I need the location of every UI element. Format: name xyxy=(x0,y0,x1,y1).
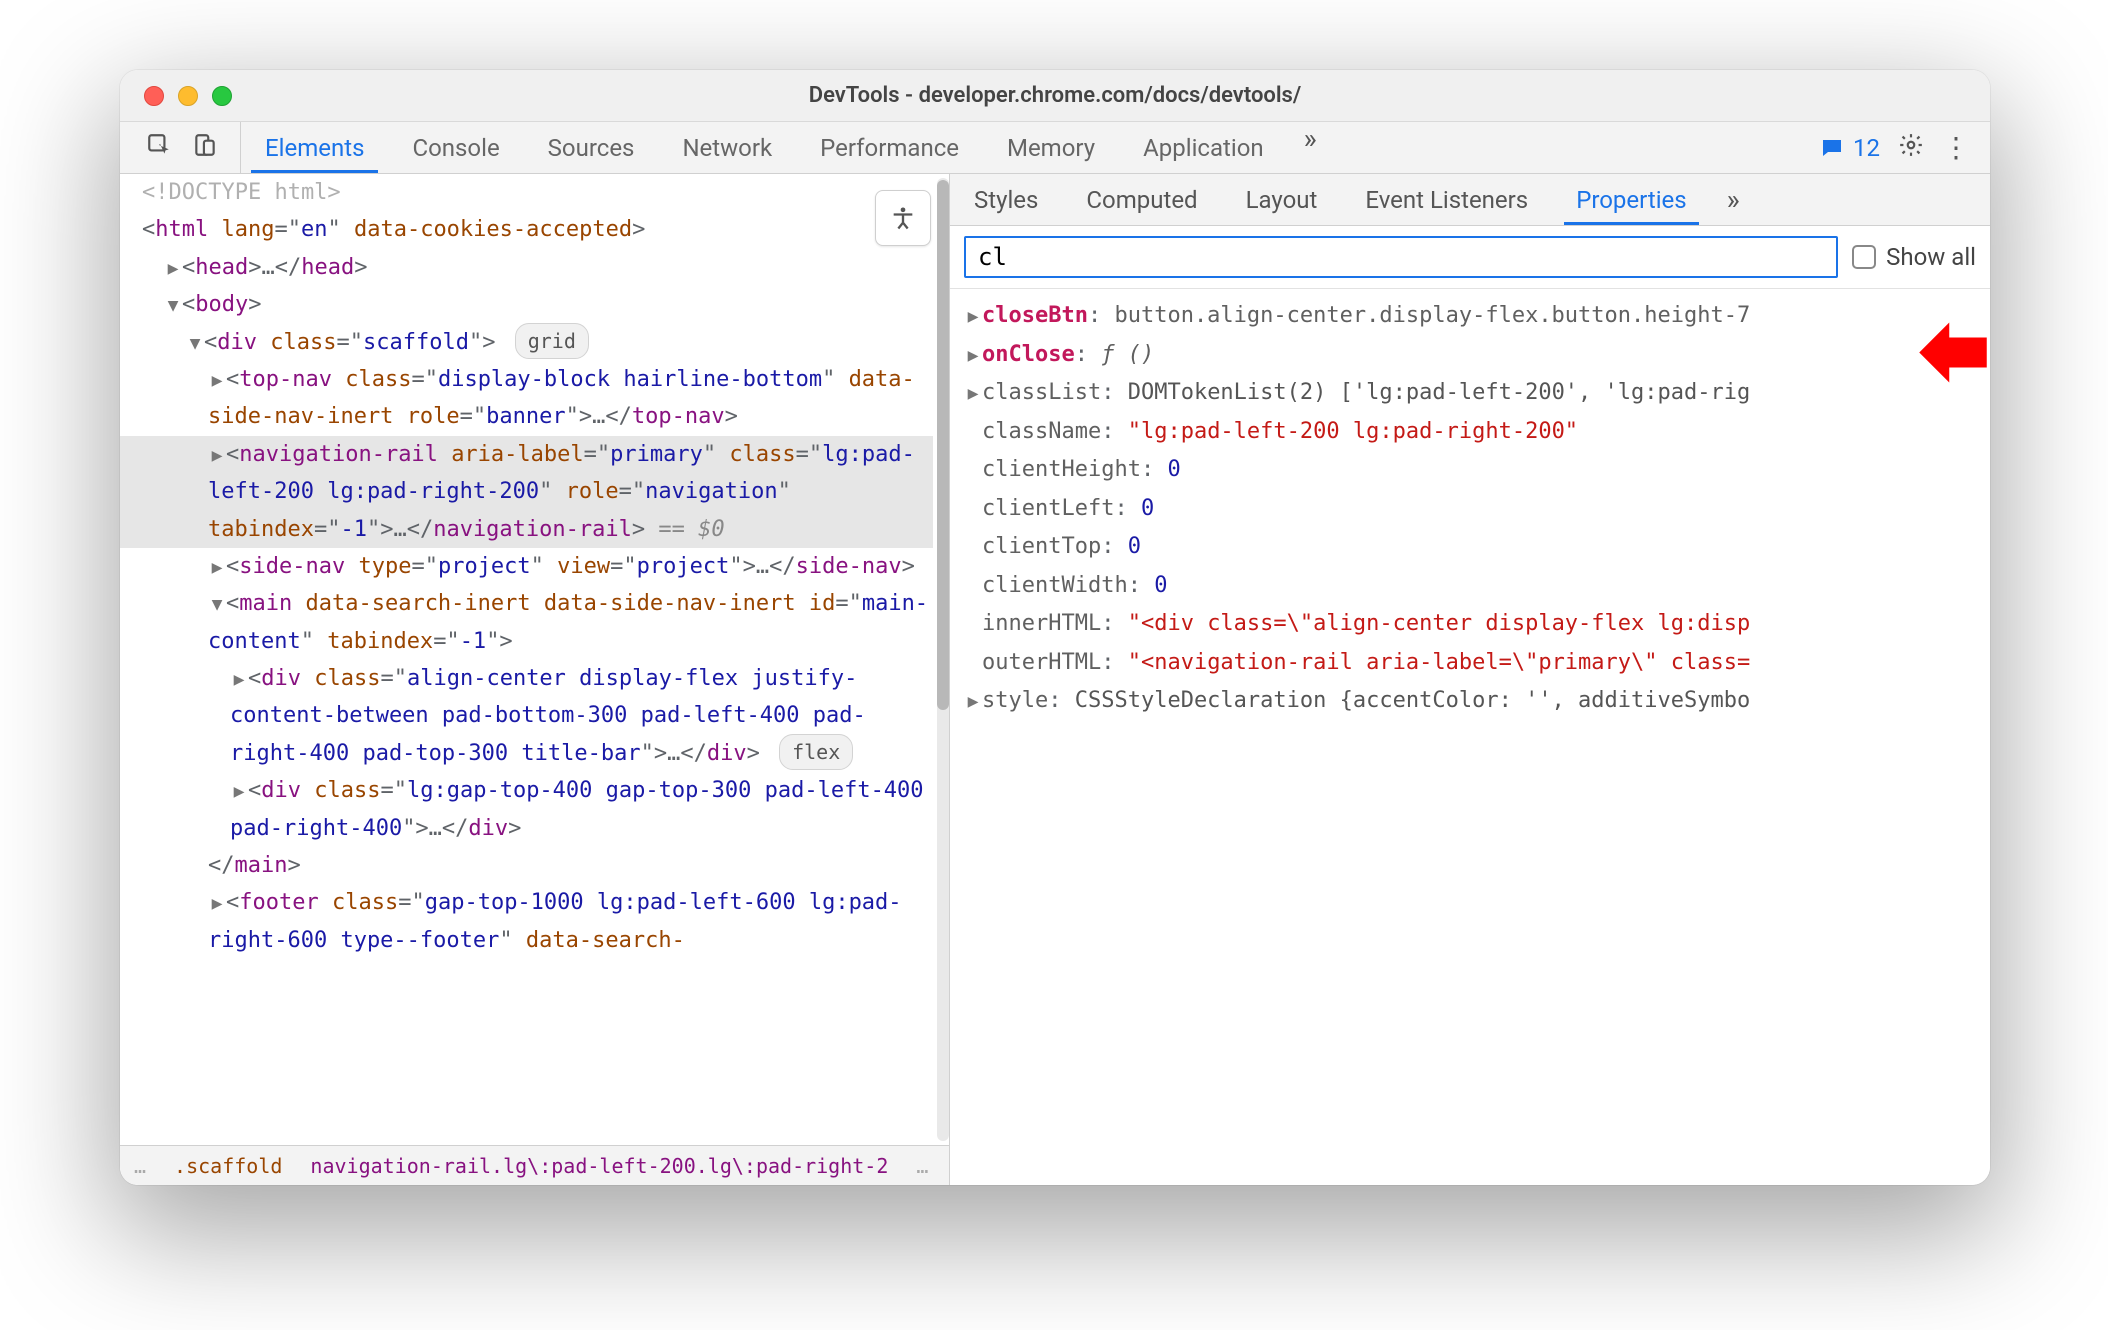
breadcrumb-item-active[interactable]: navigation-rail.lg\:pad-left-200.lg\:pad… xyxy=(296,1154,902,1178)
property-row[interactable]: clientWidth: 0 xyxy=(958,567,1990,606)
dom-tree[interactable]: <!DOCTYPE html> <html lang="en" data-coo… xyxy=(120,174,949,1145)
properties-filter-row: Show all xyxy=(950,226,1990,289)
window-title: DevTools - developer.chrome.com/docs/dev… xyxy=(120,83,1990,108)
devtools-window: DevTools - developer.chrome.com/docs/dev… xyxy=(120,70,1990,1185)
split-panes: <!DOCTYPE html> <html lang="en" data-coo… xyxy=(120,174,1990,1185)
property-row[interactable]: ▶onClose: ƒ () xyxy=(958,336,1990,375)
inspect-icon[interactable] xyxy=(146,132,172,164)
tab-network[interactable]: Network xyxy=(658,122,796,173)
tab-performance[interactable]: Performance xyxy=(796,122,983,173)
properties-list: ▶closeBtn: button.align-center.display-f… xyxy=(950,289,1990,1185)
annotation-arrow-icon xyxy=(1908,315,1990,395)
main-tabs: Elements Console Sources Network Perform… xyxy=(241,122,1333,173)
dom-line[interactable]: ▶<footer class="gap-top-1000 lg:pad-left… xyxy=(120,884,933,959)
show-all-label: Show all xyxy=(1886,243,1976,271)
sidebar-pane: Styles Computed Layout Event Listeners P… xyxy=(950,174,1990,1185)
sidebar-tab-computed[interactable]: Computed xyxy=(1062,174,1221,225)
dom-line[interactable]: ▼<body> xyxy=(120,286,933,323)
breadcrumb-item[interactable]: .scaffold xyxy=(160,1154,296,1178)
chat-icon xyxy=(1819,136,1845,160)
dom-line[interactable]: </main> xyxy=(120,847,933,884)
property-row[interactable]: clientLeft: 0 xyxy=(958,490,1990,529)
breadcrumb: … .scaffold navigation-rail.lg\:pad-left… xyxy=(120,1145,949,1185)
sidebar-tab-layout[interactable]: Layout xyxy=(1222,174,1342,225)
dom-line[interactable]: ▶<head>…</head> xyxy=(120,249,933,286)
property-row[interactable]: outerHTML: "<navigation-rail aria-label=… xyxy=(958,644,1990,683)
sidebar-tab-styles[interactable]: Styles xyxy=(950,174,1062,225)
tabs-overflow-button[interactable]: » xyxy=(1288,122,1333,173)
gear-icon[interactable] xyxy=(1898,132,1924,164)
property-row[interactable]: clientTop: 0 xyxy=(958,528,1990,567)
dom-line[interactable]: ▶<div class="lg:gap-top-400 gap-top-300 … xyxy=(120,772,933,847)
selection-match: == $0 xyxy=(645,517,724,542)
property-row[interactable]: className: "lg:pad-left-200 lg:pad-right… xyxy=(958,413,1990,452)
sidebar-tabs: Styles Computed Layout Event Listeners P… xyxy=(950,174,1990,226)
dom-line[interactable]: ▼<main data-search-inert data-side-nav-i… xyxy=(120,585,933,660)
kebab-icon[interactable]: ⋮ xyxy=(1942,131,1970,164)
properties-filter-input[interactable] xyxy=(964,236,1838,278)
show-all-toggle[interactable]: Show all xyxy=(1852,243,1976,271)
dom-line[interactable]: ▶<side-nav type="project" view="project"… xyxy=(120,548,933,585)
property-row[interactable]: clientHeight: 0 xyxy=(958,451,1990,490)
property-row[interactable]: ▶style: CSSStyleDeclaration {accentColor… xyxy=(958,682,1990,721)
breadcrumb-ellipsis[interactable]: … xyxy=(120,1154,160,1178)
device-toggle-icon[interactable] xyxy=(192,132,218,164)
tab-memory[interactable]: Memory xyxy=(983,122,1119,173)
property-row[interactable]: ▶closeBtn: button.align-center.display-f… xyxy=(958,297,1990,336)
sidebar-tabs-overflow[interactable]: » xyxy=(1711,183,1756,216)
layout-badge[interactable]: flex xyxy=(779,734,853,770)
sidebar-tab-properties[interactable]: Properties xyxy=(1552,174,1710,225)
dom-line[interactable]: ▶<top-nav class="display-block hairline-… xyxy=(120,361,933,436)
dom-line[interactable]: ▼<div class="scaffold"> grid xyxy=(120,324,933,361)
tab-elements[interactable]: Elements xyxy=(241,122,388,173)
main-toolbar: Elements Console Sources Network Perform… xyxy=(120,122,1990,174)
tab-sources[interactable]: Sources xyxy=(524,122,659,173)
property-row[interactable]: ▶classList: DOMTokenList(2) ['lg:pad-lef… xyxy=(958,374,1990,413)
breadcrumb-ellipsis[interactable]: … xyxy=(902,1154,942,1178)
dom-line[interactable]: <html lang="en" data-cookies-accepted> xyxy=(120,211,933,248)
layout-badge[interactable]: grid xyxy=(515,323,589,359)
dom-line-selected[interactable]: ⋯ ▶<navigation-rail aria-label="primary"… xyxy=(120,436,933,548)
tab-application[interactable]: Application xyxy=(1119,122,1288,173)
titlebar: DevTools - developer.chrome.com/docs/dev… xyxy=(120,70,1990,122)
property-row[interactable]: innerHTML: "<div class=\"align-center di… xyxy=(958,605,1990,644)
sidebar-tab-event-listeners[interactable]: Event Listeners xyxy=(1341,174,1552,225)
tab-console[interactable]: Console xyxy=(388,122,523,173)
toolbar-left-icons xyxy=(120,122,241,173)
issues-button[interactable]: 12 xyxy=(1819,134,1880,162)
toolbar-right: 12 ⋮ xyxy=(1819,131,1990,164)
dom-line[interactable]: <!DOCTYPE html> xyxy=(120,174,933,211)
dom-scrollbar[interactable] xyxy=(937,178,949,1141)
accessibility-button[interactable] xyxy=(875,190,931,246)
dom-scrollbar-thumb[interactable] xyxy=(937,180,949,710)
issues-count: 12 xyxy=(1853,134,1880,162)
doctype-text: <!DOCTYPE html> xyxy=(142,180,341,205)
show-all-checkbox[interactable] xyxy=(1852,245,1876,269)
elements-pane: <!DOCTYPE html> <html lang="en" data-coo… xyxy=(120,174,950,1185)
dom-line[interactable]: ▶<div class="align-center display-flex j… xyxy=(120,660,933,772)
